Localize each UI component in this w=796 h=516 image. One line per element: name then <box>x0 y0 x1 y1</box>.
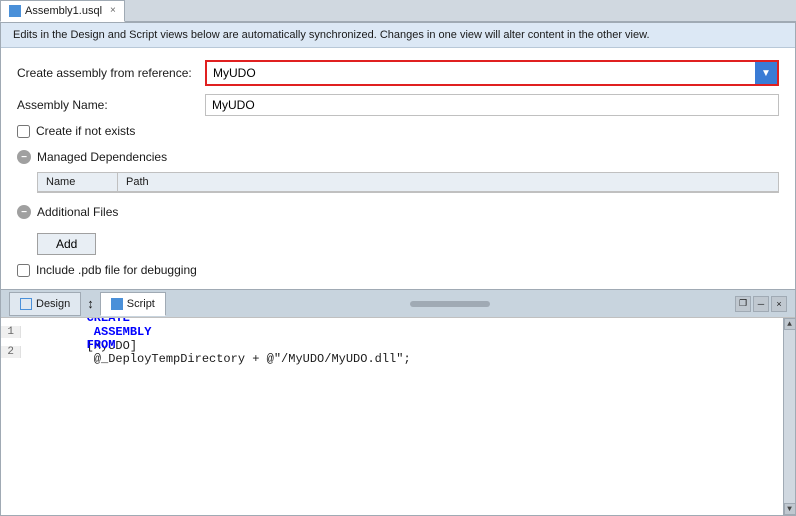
tab-assembly1[interactable]: Assembly1.usql × <box>0 0 125 22</box>
include-pdb-row: Include .pdb file for debugging <box>17 263 779 277</box>
line-content-2: FROM @_DeployTempDirectory + @"/MyUDO/My… <box>21 324 411 380</box>
include-pdb-checkbox[interactable] <box>17 264 30 277</box>
tab-close-icon[interactable]: × <box>110 5 116 16</box>
info-text: Edits in the Design and Script views bel… <box>13 29 650 41</box>
scroll-indicator <box>166 301 735 307</box>
restore-btn[interactable]: ❐ <box>735 296 751 312</box>
swap-arrows-btn[interactable]: ↕ <box>81 296 100 311</box>
managed-dependencies-section: − Managed Dependencies <box>17 150 779 164</box>
add-button[interactable]: Add <box>37 233 96 255</box>
managed-dep-table: Name Path <box>37 172 779 193</box>
design-tab-label: Design <box>36 298 70 310</box>
additional-files-icon: − <box>17 205 31 219</box>
additional-files-section: − Additional Files <box>17 205 779 219</box>
create-assembly-dropdown-btn[interactable]: ▼ <box>755 62 777 84</box>
tab-script[interactable]: Script <box>100 292 166 316</box>
code-area: 1 CREATE ASSEMBLY [MyUDO] 2 FROM @_Deplo… <box>1 317 795 515</box>
create-if-not-exists-checkbox[interactable] <box>17 125 30 138</box>
create-if-not-exists-label: Create if not exists <box>36 124 135 138</box>
script-icon <box>111 298 123 310</box>
assembly-name-row: Assembly Name: <box>17 94 779 116</box>
tab-bar: Assembly1.usql × <box>0 0 796 22</box>
tab-label: Assembly1.usql <box>25 5 102 17</box>
col-path: Path <box>118 173 198 191</box>
additional-files-label: Additional Files <box>37 205 118 219</box>
table-header: Name Path <box>38 173 778 192</box>
window-controls: ❐ ─ × <box>735 296 787 312</box>
vertical-scrollbar[interactable]: ▲ ▼ <box>783 318 795 515</box>
main-area: Edits in the Design and Script views bel… <box>0 22 796 516</box>
scroll-down-arrow[interactable]: ▼ <box>784 503 796 515</box>
bottom-tab-bar: Design ↕ Script ❐ ─ × <box>1 289 795 317</box>
managed-dep-icon: − <box>17 150 31 164</box>
info-bar: Edits in the Design and Script views bel… <box>1 23 795 48</box>
scroll-track <box>410 301 490 307</box>
create-assembly-dropdown-wrapper: ▼ <box>205 60 779 86</box>
create-assembly-input[interactable] <box>207 62 755 84</box>
line-num-1: 1 <box>1 326 21 338</box>
script-tab-label: Script <box>127 298 155 310</box>
code-from-value: @_DeployTempDirectory + @"/MyUDO/MyUDO.d… <box>87 352 411 366</box>
tab-design[interactable]: Design <box>9 292 81 316</box>
managed-dep-label: Managed Dependencies <box>37 150 167 164</box>
design-icon <box>20 298 32 310</box>
col-name: Name <box>38 173 118 191</box>
code-line-2: 2 FROM @_DeployTempDirectory + @"/MyUDO/… <box>1 342 795 362</box>
create-assembly-label: Create assembly from reference: <box>17 66 197 80</box>
line-num-2: 2 <box>1 346 21 358</box>
pin-btn[interactable]: ─ <box>753 296 769 312</box>
create-if-not-exists-row: Create if not exists <box>17 124 779 138</box>
arrows-icon: ↕ <box>87 296 94 311</box>
close-panel-btn[interactable]: × <box>771 296 787 312</box>
form-area: Create assembly from reference: ▼ Assemb… <box>1 48 795 289</box>
assembly-name-input[interactable] <box>205 94 779 116</box>
assembly-name-label: Assembly Name: <box>17 98 197 112</box>
keyword-from: FROM <box>87 338 116 352</box>
file-icon <box>9 5 21 17</box>
create-assembly-row: Create assembly from reference: ▼ <box>17 60 779 86</box>
include-pdb-label: Include .pdb file for debugging <box>36 263 197 277</box>
scroll-up-arrow[interactable]: ▲ <box>784 318 796 330</box>
